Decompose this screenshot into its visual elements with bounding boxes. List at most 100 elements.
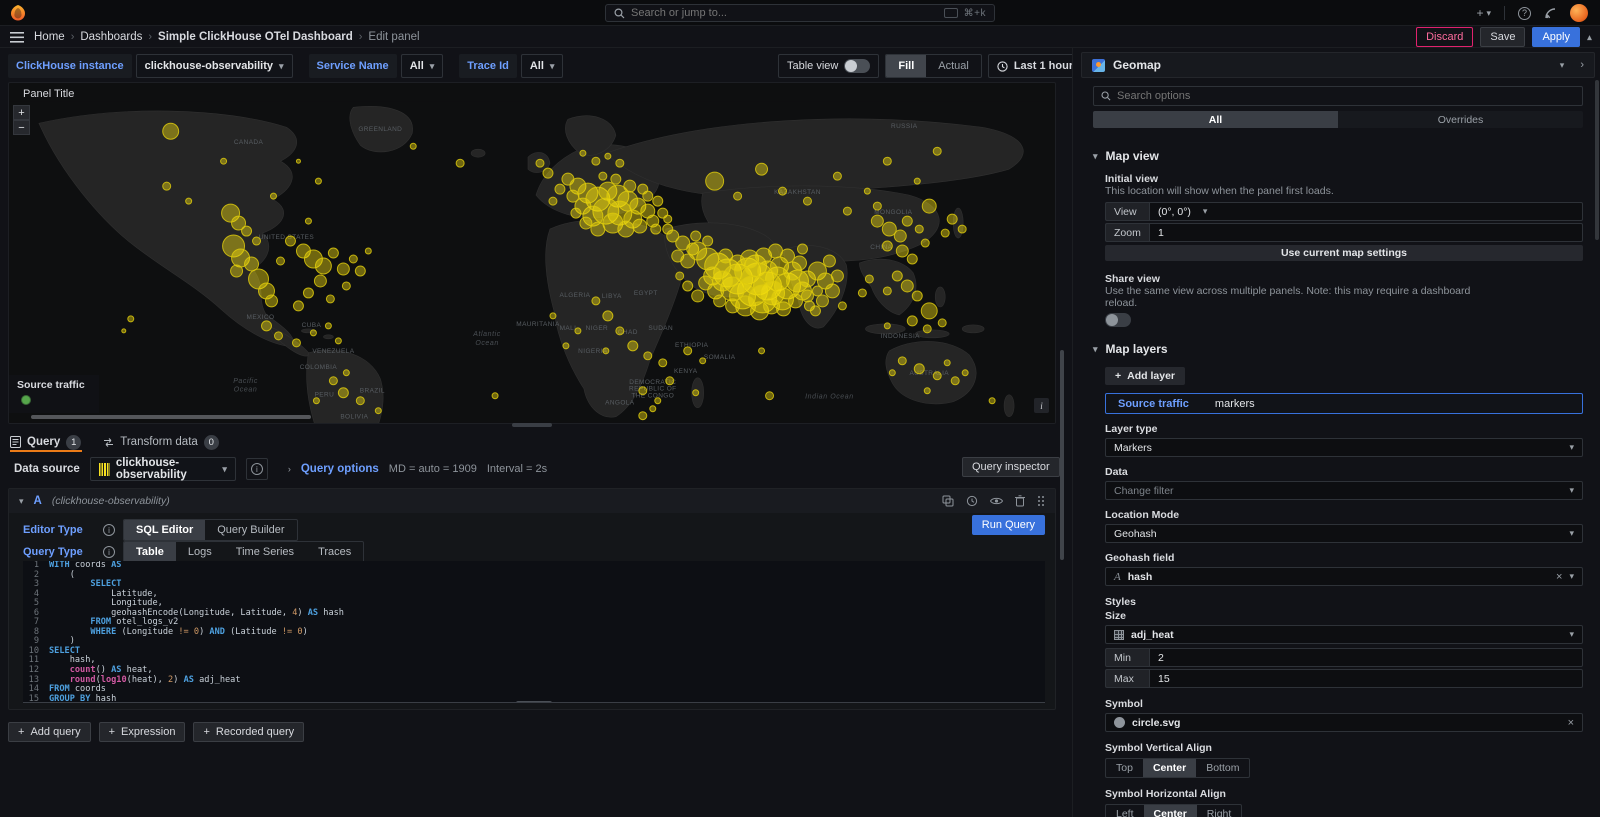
align-bottom-option[interactable]: Bottom bbox=[1196, 759, 1249, 777]
query-card-header[interactable]: ▾ A (clickhouse-observability) bbox=[9, 489, 1055, 513]
table-view-switch[interactable] bbox=[844, 59, 870, 73]
share-view-toggle[interactable] bbox=[1105, 313, 1131, 327]
table-view-toggle[interactable]: Table view bbox=[778, 54, 879, 78]
collapse-sidebar-icon[interactable]: › bbox=[1580, 59, 1584, 71]
global-search[interactable]: ⌘+k bbox=[605, 4, 995, 22]
world-map[interactable]: RUSSIACANADAGREENLANDUNITED STATESKAZAKH… bbox=[9, 101, 1055, 423]
query-inspector-button[interactable]: Query inspector bbox=[962, 457, 1060, 477]
help-icon[interactable]: ? bbox=[1518, 7, 1531, 20]
menu-icon[interactable] bbox=[10, 32, 24, 43]
sql-line[interactable]: 14FROM coords bbox=[23, 685, 1045, 695]
search-input[interactable] bbox=[631, 7, 938, 19]
sql-line[interactable]: 9 ) bbox=[23, 637, 1045, 647]
news-icon[interactable] bbox=[1544, 7, 1557, 20]
symbol-select[interactable]: circle.svg× bbox=[1105, 713, 1583, 732]
panel-type-chevron-icon[interactable]: ▾ bbox=[1560, 60, 1565, 71]
fill-option[interactable]: Fill bbox=[886, 55, 926, 77]
table-option[interactable]: Table bbox=[124, 542, 176, 562]
map-zoom-out-button[interactable]: − bbox=[13, 120, 30, 135]
zoom-input[interactable] bbox=[1158, 227, 1574, 239]
collapse-query-icon[interactable]: ▾ bbox=[19, 496, 24, 507]
initial-view-label: Initial view bbox=[1105, 173, 1583, 185]
tab-all[interactable]: All bbox=[1093, 111, 1338, 128]
options-search[interactable] bbox=[1093, 86, 1583, 106]
size-select[interactable]: adj_heat▾ bbox=[1105, 625, 1583, 644]
options-search-input[interactable] bbox=[1117, 90, 1575, 102]
clear-icon[interactable]: × bbox=[1568, 717, 1574, 729]
collapse-header-icon[interactable]: ▾ bbox=[1587, 32, 1592, 43]
panel-editor-splitter[interactable] bbox=[512, 423, 552, 427]
left-pane-scrollbar[interactable] bbox=[1060, 350, 1064, 560]
run-query-button[interactable]: Run Query bbox=[972, 515, 1045, 535]
layer-type-select[interactable]: Markers▾ bbox=[1105, 438, 1583, 457]
query-options-link[interactable]: Query options bbox=[301, 463, 379, 475]
breadcrumb-dashboards[interactable]: Dashboards bbox=[80, 31, 142, 43]
sidebar-header[interactable]: Geomap ▾ › bbox=[1081, 52, 1595, 78]
heat-marker bbox=[276, 257, 284, 265]
sql-line[interactable]: 4 Latitude, bbox=[23, 590, 1045, 600]
view-select[interactable]: (0°, 0°)▾ bbox=[1149, 202, 1583, 221]
duplicate-icon[interactable] bbox=[942, 495, 954, 507]
datasource-help-button[interactable]: i bbox=[246, 458, 268, 480]
sql-code-editor[interactable]: 1WITH coords AS2 (3 SELECT4 Latitude,5 L… bbox=[23, 561, 1045, 703]
logs-option[interactable]: Logs bbox=[176, 542, 224, 562]
max-input[interactable] bbox=[1158, 673, 1574, 685]
expression-button[interactable]: +Expression bbox=[99, 722, 186, 742]
section-map-layers[interactable]: ▾ Map layers bbox=[1093, 342, 1583, 356]
tab-overrides[interactable]: Overrides bbox=[1338, 111, 1583, 128]
map-info-badge[interactable]: i bbox=[1034, 398, 1049, 413]
drag-handle-icon[interactable] bbox=[1037, 495, 1045, 507]
align-right-option[interactable]: Right bbox=[1197, 805, 1242, 817]
align-left-option[interactable]: Left bbox=[1106, 805, 1144, 817]
align-center-option[interactable]: Center bbox=[1144, 805, 1197, 817]
grafana-logo-icon[interactable] bbox=[9, 4, 27, 22]
apply-button[interactable]: Apply bbox=[1532, 27, 1580, 47]
sql-line[interactable]: 2 ( bbox=[23, 571, 1045, 581]
section-map-view[interactable]: ▾ Map view bbox=[1093, 149, 1583, 163]
align-center-option[interactable]: Center bbox=[1143, 759, 1196, 777]
actual-option[interactable]: Actual bbox=[926, 55, 981, 77]
map-label: Pacific bbox=[233, 378, 258, 385]
geohash-field-select[interactable]: Ahash×▾ bbox=[1105, 567, 1583, 586]
data-select[interactable]: Change filter▾ bbox=[1105, 481, 1583, 500]
variable-value-trace[interactable]: All▾ bbox=[521, 54, 564, 78]
trash-icon[interactable] bbox=[1015, 495, 1025, 507]
map-horizontal-scrollbar[interactable] bbox=[31, 415, 311, 419]
add-layer-button[interactable]: +Add layer bbox=[1105, 367, 1185, 385]
discard-button[interactable]: Discard bbox=[1416, 27, 1473, 47]
datasource-picker[interactable]: clickhouse-observability ▾ bbox=[90, 457, 236, 481]
variable-value-instance[interactable]: clickhouse-observability▾ bbox=[136, 54, 293, 78]
traces-option[interactable]: Traces bbox=[306, 542, 363, 562]
sql-line[interactable]: 10SELECT bbox=[23, 647, 1045, 657]
sidebar-scrollbar[interactable] bbox=[1595, 80, 1599, 240]
sql-line[interactable]: 1WITH coords AS bbox=[23, 561, 1045, 571]
sql-line[interactable]: 11 hash, bbox=[23, 656, 1045, 666]
add-query-button[interactable]: +Add query bbox=[8, 722, 91, 742]
user-avatar[interactable] bbox=[1570, 4, 1588, 22]
geomap-panel[interactable]: Panel Title bbox=[8, 82, 1056, 424]
eye-icon[interactable] bbox=[990, 496, 1003, 506]
breadcrumb-dashboard-name[interactable]: Simple ClickHouse OTel Dashboard bbox=[158, 31, 353, 43]
history-icon[interactable] bbox=[966, 495, 978, 507]
sql-editor-option[interactable]: SQL Editor bbox=[124, 520, 205, 540]
use-current-map-settings-button[interactable]: Use current map settings bbox=[1105, 245, 1583, 261]
min-input[interactable] bbox=[1158, 652, 1574, 664]
breadcrumb-home[interactable]: Home bbox=[34, 31, 65, 43]
time-series-option[interactable]: Time Series bbox=[224, 542, 306, 562]
sql-line[interactable]: 8 WHERE (Longitude != 0) AND (Latitude !… bbox=[23, 628, 1045, 638]
query-builder-option[interactable]: Query Builder bbox=[205, 520, 296, 540]
clear-icon[interactable]: × bbox=[1556, 571, 1562, 583]
map-zoom-in-button[interactable]: + bbox=[13, 105, 30, 120]
variable-value-service[interactable]: All▾ bbox=[401, 54, 444, 78]
sql-line[interactable]: 3 SELECT bbox=[23, 580, 1045, 590]
align-top-option[interactable]: Top bbox=[1106, 759, 1143, 777]
sql-line[interactable]: 13 round(log10(heat), 2) AS adj_heat bbox=[23, 676, 1045, 686]
add-new-button[interactable]: +▾ bbox=[1476, 6, 1491, 20]
location-mode-select[interactable]: Geohash▾ bbox=[1105, 524, 1583, 543]
query-options-chevron[interactable]: › bbox=[288, 464, 291, 474]
tab-transform-data[interactable]: Transform data 0 bbox=[103, 430, 219, 454]
recorded-query-button[interactable]: +Recorded query bbox=[193, 722, 304, 742]
save-button[interactable]: Save bbox=[1480, 27, 1525, 47]
layer-row-source-traffic[interactable]: Source traffic markers bbox=[1105, 393, 1583, 414]
layer-name[interactable]: Source traffic bbox=[1118, 398, 1189, 410]
